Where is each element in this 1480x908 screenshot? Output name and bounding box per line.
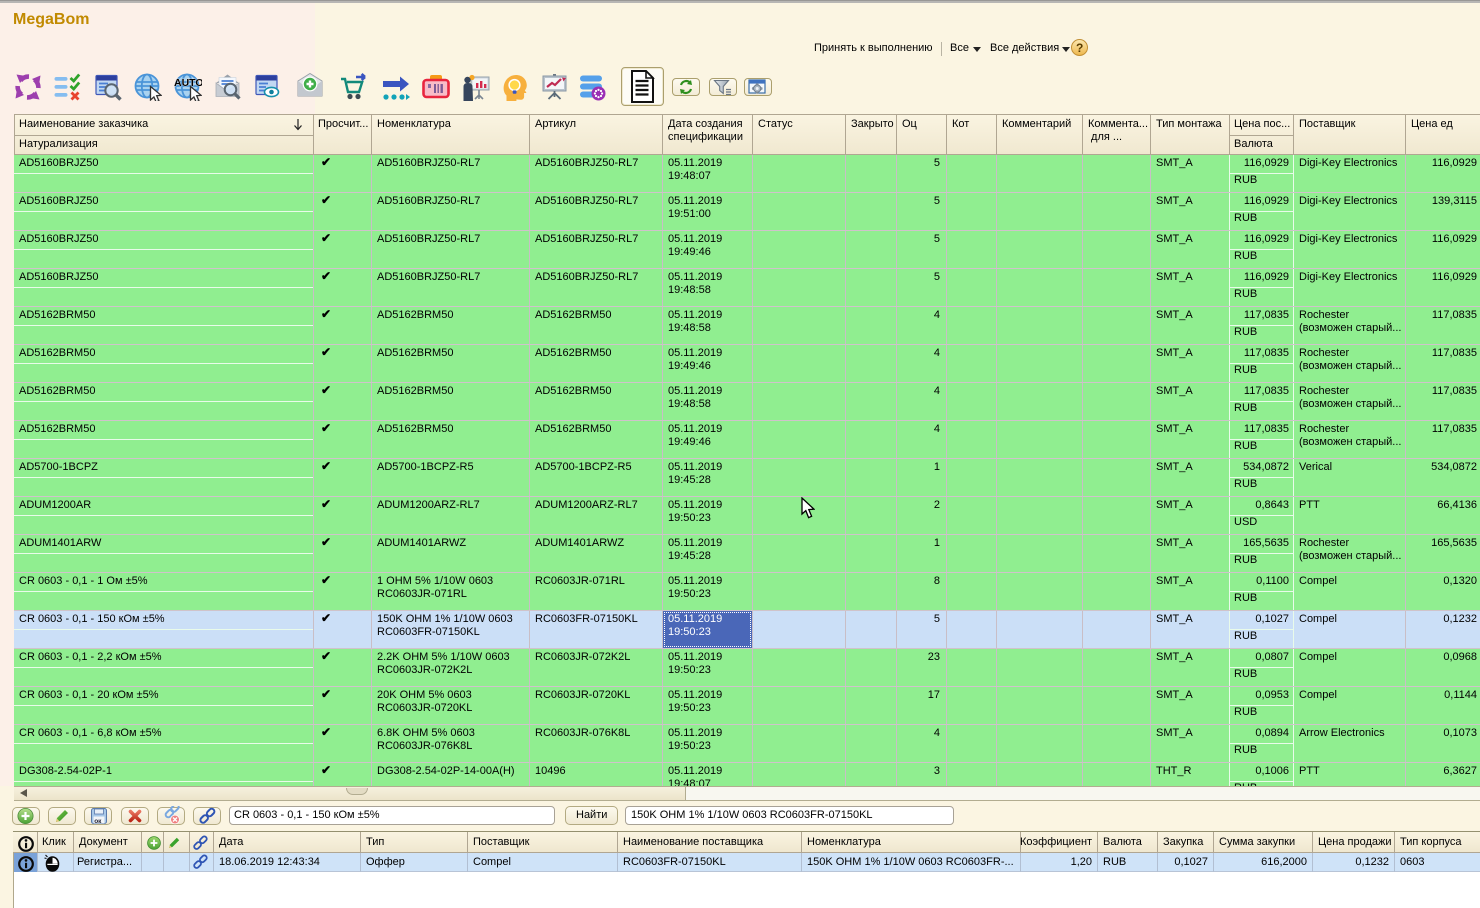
svg-text:ок: ок [94,818,102,824]
svg-text:AUTO: AUTO [174,77,202,89]
